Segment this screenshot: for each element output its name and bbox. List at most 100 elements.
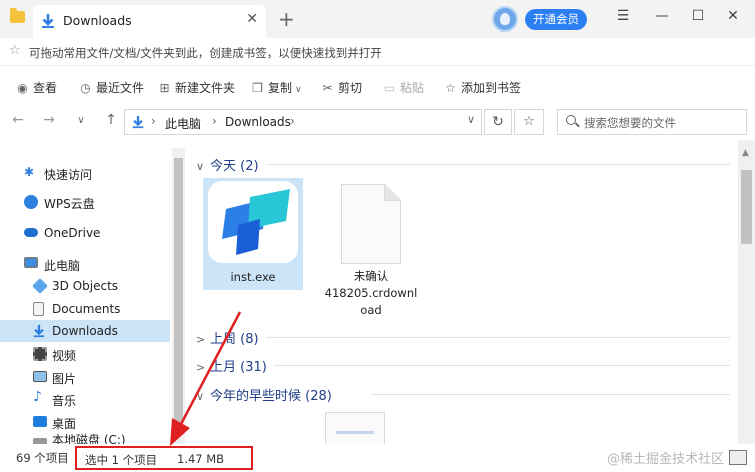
new-folder-label: 新建文件夹	[175, 81, 236, 95]
group-earlier-this-year[interactable]: ∨ 今年的早些时候 (28)	[196, 385, 332, 404]
sidebar-item-label: WPS云盘	[44, 197, 95, 211]
address-bar[interactable]: › 此电脑 › Downloads › ∨	[124, 109, 482, 135]
folder-icon	[10, 8, 25, 23]
file-name-line: 未确认	[353, 269, 389, 283]
cut-label: 剪切	[338, 81, 363, 95]
breadcrumb-separator: ›	[151, 114, 156, 128]
sidebar-scroll-thumb[interactable]	[174, 158, 183, 428]
add-bookmark-label: 添加到书签	[461, 81, 522, 95]
selection-size: 1.47 MB	[177, 452, 225, 466]
pin-icon: ✱	[24, 165, 35, 179]
sidebar-item-local-disk[interactable]: 本地磁盘 (C:)	[0, 434, 170, 444]
sidebar-scrollbar[interactable]	[172, 148, 185, 444]
file-list: ∨ 今天 (2) inst.exe 未确认 418205.crdownl oad …	[186, 140, 738, 444]
file-tile-crdownload[interactable]: 未确认 418205.crdownl oad	[321, 178, 421, 317]
desktop-icon	[33, 416, 47, 427]
sidebar-item-label: Documents	[52, 302, 121, 316]
chevron-down-icon: ∨	[196, 160, 205, 173]
bookmark-star-icon: ☆	[9, 43, 21, 58]
video-icon	[33, 347, 47, 361]
new-tab-button[interactable]: +	[278, 7, 295, 31]
sidebar: ✱ 快速访问 WPS云盘 OneDrive 此电脑 3D Objects Doc…	[0, 140, 186, 444]
file-name: inst.exe	[230, 270, 276, 284]
scissors-icon: ✂	[322, 81, 333, 95]
sidebar-item-label: 视频	[52, 349, 77, 363]
file-thumbnail[interactable]	[325, 412, 385, 444]
view-label: 查看	[33, 81, 58, 95]
refresh-button[interactable]: ↻	[484, 109, 512, 135]
cut-button[interactable]: ✂ 剪切	[320, 79, 362, 96]
sidebar-item-videos[interactable]: 视频	[0, 343, 170, 365]
group-divider	[268, 164, 730, 165]
group-last-month[interactable]: > 上月 (31)	[196, 356, 267, 375]
vip-button[interactable]: 开通会员	[525, 9, 587, 30]
bookmark-button[interactable]: ☆	[514, 109, 544, 135]
star-plus-icon: ☆	[445, 81, 456, 95]
avatar[interactable]	[492, 6, 518, 32]
tab-close-icon[interactable]: ✕	[246, 11, 258, 27]
star-icon: ☆	[523, 114, 535, 129]
view-toggle-icon[interactable]	[729, 450, 747, 465]
up-arrow-icon[interactable]: ↑	[102, 112, 120, 128]
history-chevron-icon[interactable]: ∨	[72, 115, 90, 126]
new-folder-button[interactable]: ⊞ 新建文件夹	[157, 79, 235, 96]
chevron-down-icon[interactable]: ∨	[467, 113, 475, 126]
clock-icon: ◷	[80, 81, 91, 95]
sidebar-item-music[interactable]: ♪ 音乐	[0, 388, 170, 410]
group-last-week[interactable]: > 上周 (8)	[196, 328, 259, 347]
cube-icon	[32, 278, 48, 294]
tab-label: Downloads	[63, 13, 132, 28]
sidebar-item-onedrive[interactable]: OneDrive	[0, 222, 170, 244]
group-divider	[266, 337, 730, 338]
copy-button[interactable]: ❐ 复制 ∨	[250, 79, 302, 96]
maximize-button[interactable]: ☐	[688, 8, 708, 24]
clipboard-icon: ▭	[383, 81, 396, 95]
selection-count: 选中 1 个项目	[85, 453, 158, 467]
music-icon: ♪	[33, 389, 42, 405]
chevron-right-icon: >	[196, 333, 206, 346]
file-name-line: oad	[360, 303, 382, 317]
sidebar-item-label: 图片	[52, 372, 77, 386]
add-bookmark-button[interactable]: ☆ 添加到书签	[443, 79, 521, 96]
content-scrollbar[interactable]: ▲	[738, 140, 755, 444]
download-icon	[42, 14, 54, 28]
menu-icon[interactable]: ☰	[613, 8, 633, 24]
close-button[interactable]: ✕	[723, 8, 743, 24]
download-icon	[132, 115, 144, 129]
group-divider	[274, 365, 730, 366]
sidebar-item-3d-objects[interactable]: 3D Objects	[0, 275, 170, 297]
content-scroll-thumb[interactable]	[741, 170, 752, 244]
bookmark-bar: ☆ 可拖动常用文件/文档/文件夹到此，创建成书签，以便快速找到并打开	[0, 38, 755, 66]
paste-button[interactable]: ▭ 粘贴	[382, 79, 424, 96]
file-tile-inst-exe[interactable]: inst.exe	[203, 178, 303, 290]
item-count: 69 个项目	[16, 451, 69, 465]
sidebar-item-wps-cloud[interactable]: WPS云盘	[0, 191, 170, 213]
breadcrumb-downloads[interactable]: Downloads	[225, 115, 291, 129]
view-button[interactable]: ◉ 查看	[15, 79, 57, 96]
search-box[interactable]	[557, 109, 747, 135]
bookmark-hint: 可拖动常用文件/文档/文件夹到此，创建成书签，以便快速找到并打开	[29, 46, 382, 60]
new-folder-icon: ⊞	[159, 81, 170, 95]
copy-label: 复制	[268, 81, 293, 95]
sidebar-item-pictures[interactable]: 图片	[0, 366, 170, 388]
tab-downloads[interactable]: Downloads ✕	[33, 5, 266, 38]
chevron-right-icon: >	[196, 361, 206, 374]
forward-arrow-icon[interactable]: →	[40, 112, 58, 128]
sidebar-item-label: 本地磁盘 (C:)	[52, 434, 126, 444]
sidebar-item-label: 音乐	[52, 394, 77, 408]
minimize-button[interactable]: —	[652, 8, 672, 24]
recent-files-button[interactable]: ◷ 最近文件	[78, 79, 144, 96]
scroll-up-icon[interactable]: ▲	[742, 148, 749, 158]
status-bar: 69 个项目 选中 1 个项目 1.47 MB @稀土掘金技术社区	[0, 444, 755, 472]
sidebar-item-documents[interactable]: Documents	[0, 298, 170, 320]
breadcrumb-this-pc[interactable]: 此电脑	[165, 115, 201, 132]
title-bar: Downloads ✕ + 开通会员 ☰ — ☐ ✕	[0, 0, 755, 38]
sidebar-item-quick-access[interactable]: ✱ 快速访问	[0, 162, 170, 184]
back-arrow-icon[interactable]: ←	[9, 112, 27, 128]
document-icon	[33, 302, 44, 316]
search-input[interactable]	[584, 113, 739, 132]
sidebar-item-downloads[interactable]: Downloads	[0, 320, 170, 342]
sidebar-item-this-pc[interactable]: 此电脑	[0, 253, 170, 275]
sidebar-item-desktop[interactable]: 桌面	[0, 411, 170, 433]
group-today[interactable]: ∨ 今天 (2)	[196, 155, 259, 174]
